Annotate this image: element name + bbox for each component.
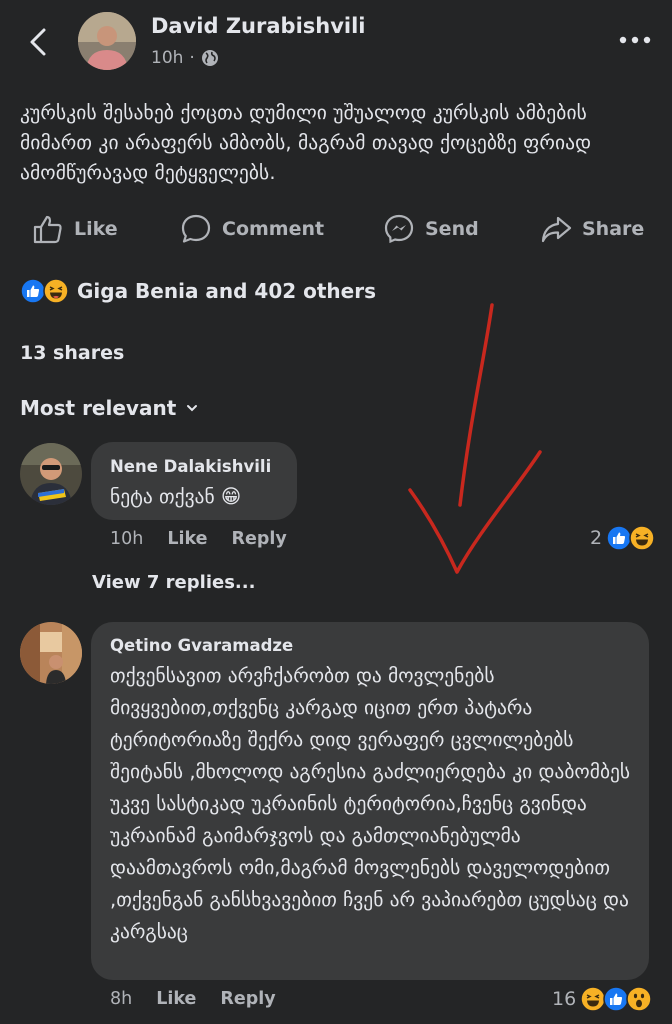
haha-reaction-icon: [629, 525, 655, 551]
comment-reply-button[interactable]: Reply: [220, 989, 275, 1009]
comment-button[interactable]: Comment: [180, 206, 324, 252]
red-arrow-annotation: [408, 303, 542, 574]
wow-reaction-icon: [626, 986, 652, 1012]
comment-icon: [181, 214, 211, 243]
comment-bubble[interactable]: Qetino Gvaramadze თქვენსავით არვჩქარობთ …: [91, 622, 649, 980]
comment-reactions[interactable]: 16: [552, 986, 652, 1012]
comment-bubble[interactable]: Nene Dalakishvili ნეტა თქვან 😁: [91, 442, 297, 520]
thumbs-up-icon: [33, 215, 62, 244]
share-button[interactable]: Share: [540, 206, 644, 252]
post-text: კურსკის შესახებ ქოცთა დუმილი უშუალოდ კურ…: [20, 101, 592, 184]
send-button[interactable]: Send: [383, 206, 479, 252]
comment-meta: 8h Like Reply: [110, 989, 276, 1009]
post-meta: 10h ·: [151, 48, 219, 68]
messenger-icon: [384, 214, 414, 244]
globe-icon: [201, 50, 218, 66]
commenter-avatar[interactable]: [20, 622, 82, 684]
comment-label: Comment: [222, 218, 325, 240]
view-replies-link[interactable]: View 7 replies...: [92, 572, 255, 593]
author-avatar[interactable]: [78, 12, 136, 70]
comment-reply-button[interactable]: Reply: [232, 529, 287, 549]
send-label: Send: [425, 218, 479, 240]
meta-separator: ·: [189, 48, 195, 68]
share-label: Share: [582, 218, 645, 240]
reactions-summary-text: Giga Benia and 402 others: [77, 279, 377, 303]
comment-reaction-count: 16: [552, 988, 577, 1010]
author-name[interactable]: David Zurabishvili: [151, 14, 366, 38]
commenter-avatar[interactable]: [20, 443, 82, 505]
post-time[interactable]: 10h: [151, 48, 183, 68]
chevron-down-icon: [187, 405, 198, 412]
action-bar: Like Comment Send Share: [0, 206, 672, 252]
comment-meta: 10h Like Reply: [110, 529, 287, 549]
comment-reaction-count: 2: [590, 527, 603, 549]
commenter-name[interactable]: Nene Dalakishvili: [110, 457, 271, 476]
comment-reactions[interactable]: 2: [590, 525, 655, 551]
like-button[interactable]: Like: [32, 206, 118, 252]
comment-text: თქვენსავით არვჩქარობთ და მოვლენებს მივყვ…: [110, 664, 631, 943]
reactions-summary[interactable]: Giga Benia and 402 others: [20, 278, 376, 304]
like-label: Like: [74, 218, 118, 240]
share-icon: [541, 216, 572, 243]
comment-text: ნეტა თქვან 😁: [110, 485, 242, 508]
comment-like-button[interactable]: Like: [156, 989, 196, 1009]
sort-label: Most relevant: [20, 396, 177, 420]
commenter-name[interactable]: Qetino Gvaramadze: [110, 636, 293, 655]
comment-time: 8h: [110, 989, 133, 1009]
comment-time: 10h: [110, 529, 144, 549]
back-arrow-icon[interactable]: [22, 24, 58, 60]
sort-dropdown[interactable]: Most relevant: [20, 396, 198, 420]
comment-like-button[interactable]: Like: [167, 529, 207, 549]
haha-reaction-icon: [43, 278, 69, 304]
shares-count[interactable]: 13 shares: [20, 342, 124, 364]
more-options-icon[interactable]: [618, 30, 652, 50]
